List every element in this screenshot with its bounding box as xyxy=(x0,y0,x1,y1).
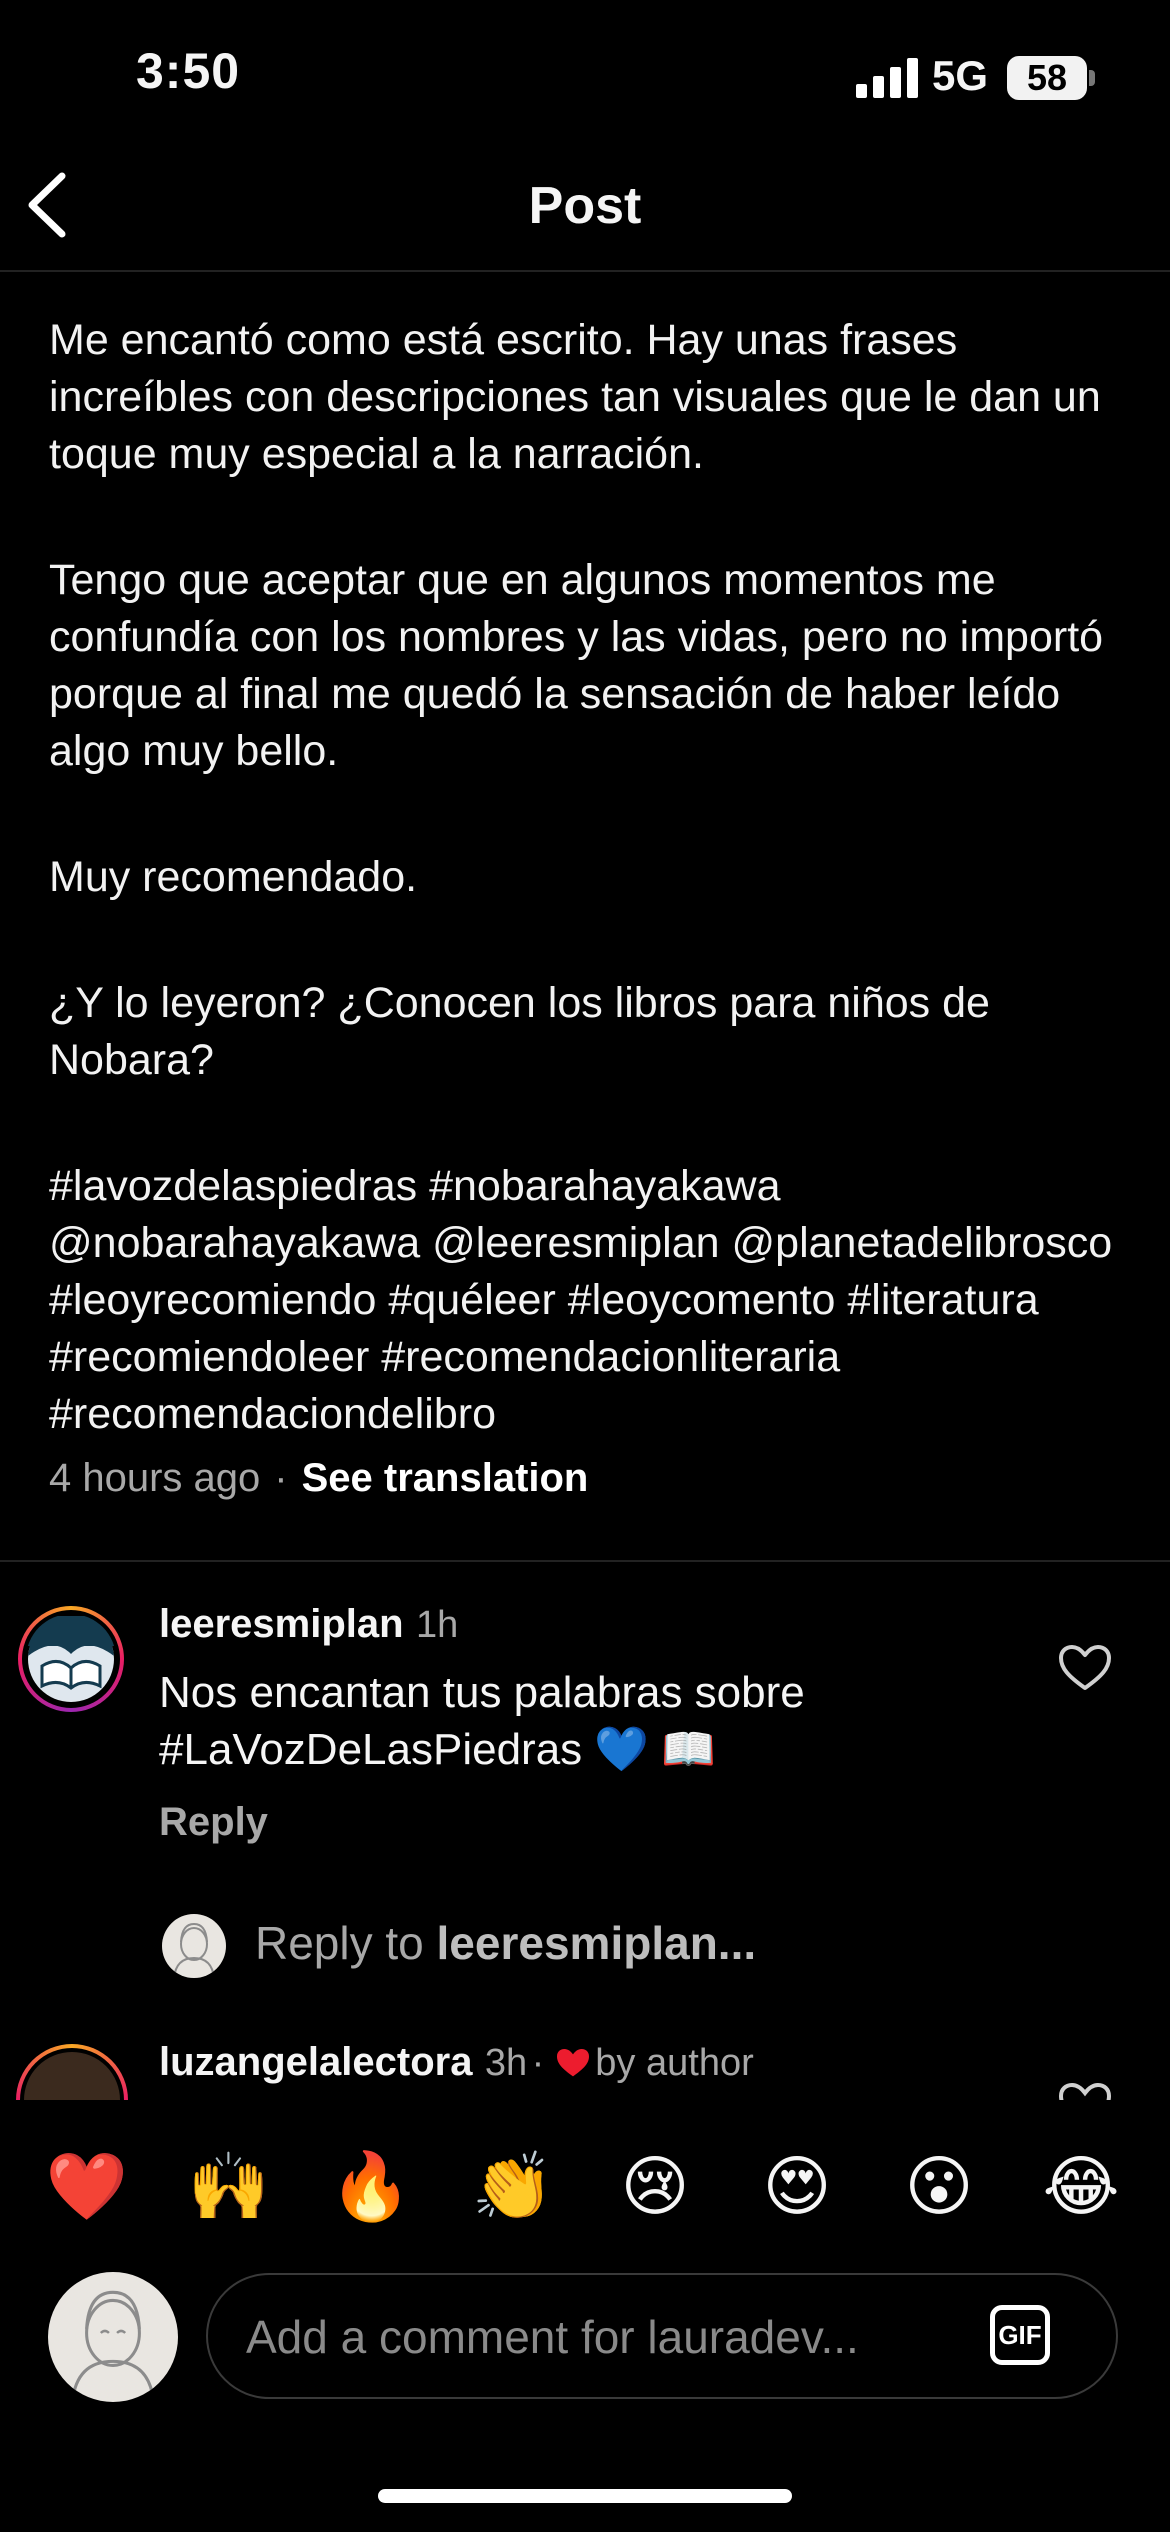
avatar-image xyxy=(20,2048,124,2100)
like-heart-icon[interactable] xyxy=(1058,1644,1112,1692)
comment-header: luzangelalectora 3h · by author xyxy=(159,2040,754,2085)
reply-to-prefix: Reply to xyxy=(255,1917,437,1969)
comment-time: 3h xyxy=(484,2042,528,2084)
caption-paragraph: ¿Y lo leyeron? ¿Conocen los libros para … xyxy=(49,979,990,1084)
book-logo-icon xyxy=(28,1616,114,1702)
caption-hashtags[interactable]: #lavozdelaspiedras #nobarahayakawa @noba… xyxy=(49,1158,1139,1443)
post-caption: Me encantó como está escrito. Hay unas f… xyxy=(49,312,1139,1443)
comment-header: leeresmiplan 1h xyxy=(159,1602,458,1647)
caption-paragraph: Me encantó como está escrito. Hay unas f… xyxy=(49,316,1101,478)
user-avatar-icon xyxy=(70,2290,156,2402)
reply-avatar xyxy=(162,1914,226,1978)
emoji-fire[interactable]: 🔥 xyxy=(321,2148,421,2226)
status-time: 3:50 xyxy=(136,43,241,99)
page-title: Post xyxy=(528,177,642,235)
battery-level: 58 xyxy=(1026,57,1068,98)
signal-icon xyxy=(856,58,918,98)
comment-input[interactable] xyxy=(244,2275,948,2399)
emoji-heart-eyes[interactable]: 😍 xyxy=(747,2148,847,2225)
comment-text: Nos encantan tus palabras sobre #LaVozDe… xyxy=(159,1668,805,1774)
author-heart-icon xyxy=(556,2049,589,2077)
like-heart-icon[interactable] xyxy=(1058,2082,1112,2100)
post-timestamp: 4 hours ago xyxy=(49,1456,261,1500)
meta-dot: · xyxy=(274,1456,288,1500)
see-translation-link[interactable]: See translation xyxy=(302,1456,589,1500)
meta-dot: · xyxy=(531,2042,555,2084)
post-meta: 4 hours ago · See translation xyxy=(49,1456,588,1501)
comment-username[interactable]: luzangelalectora xyxy=(159,2040,472,2084)
emoji-raised-hands[interactable]: 🙌 xyxy=(179,2148,279,2226)
battery-tip xyxy=(1089,70,1095,86)
caption-divider xyxy=(0,1560,1170,1562)
header-divider xyxy=(0,270,1170,272)
reply-button[interactable]: Reply xyxy=(159,1800,268,1845)
comment-input-container: GIF xyxy=(206,2273,1118,2399)
comment-avatar[interactable] xyxy=(16,2044,128,2100)
by-author-label: by author xyxy=(595,2042,754,2084)
battery-icon: 58 xyxy=(1007,56,1087,100)
emoji-surprised[interactable]: 😮 xyxy=(889,2148,989,2225)
caption-paragraph: Tengo que aceptar que en algunos momento… xyxy=(49,556,1104,775)
emoji-crying[interactable]: 😢 xyxy=(605,2148,705,2225)
home-indicator xyxy=(378,2489,792,2503)
emoji-heart[interactable]: ❤️ xyxy=(37,2148,137,2226)
reply-to-target: leeresmiplan... xyxy=(436,1917,757,1969)
caption-paragraph: Muy recomendado. xyxy=(49,853,418,901)
current-user-avatar xyxy=(48,2272,178,2402)
user-avatar-icon xyxy=(173,1922,215,1978)
comment-username[interactable]: leeresmiplan xyxy=(159,1602,404,1646)
emoji-laughing[interactable]: 😂 xyxy=(1031,2148,1131,2225)
comment-time: 1h xyxy=(416,1604,459,1646)
comment-avatar[interactable] xyxy=(18,1606,124,1712)
reply-to-prompt[interactable]: Reply to leeresmiplan... xyxy=(255,1916,756,1970)
avatar-image xyxy=(22,1610,120,1708)
gif-button[interactable]: GIF xyxy=(990,2305,1050,2365)
emoji-clap[interactable]: 👏 xyxy=(463,2148,563,2226)
network-label: 5G xyxy=(932,52,989,99)
